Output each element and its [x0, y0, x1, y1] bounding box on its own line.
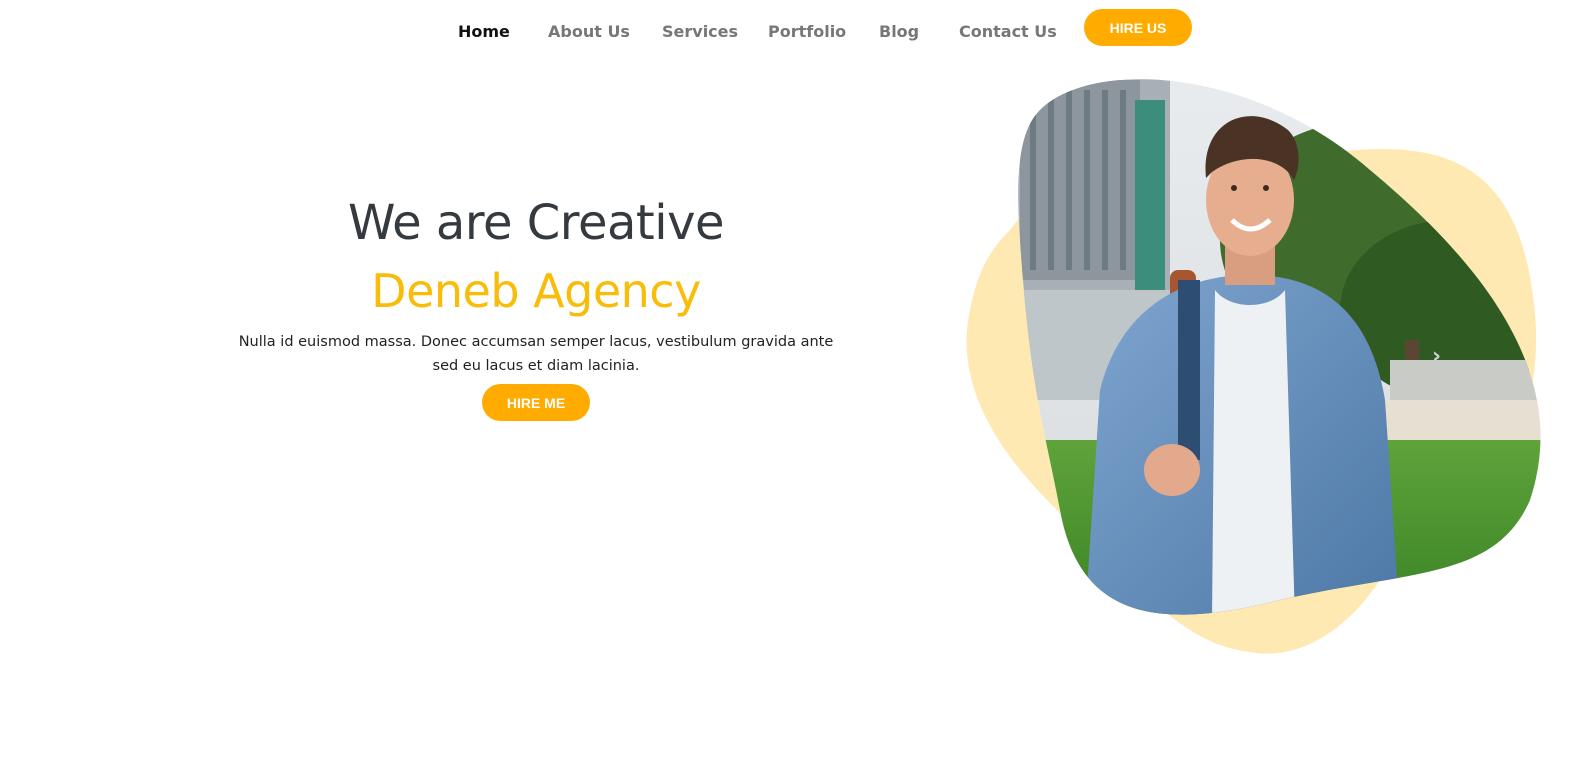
- nav-item-portfolio[interactable]: Portfolio: [768, 22, 846, 41]
- hero-illustration: [966, 79, 1541, 654]
- hero-photo: [1018, 79, 1541, 615]
- nav-item-contact-us[interactable]: Contact Us: [959, 22, 1057, 41]
- main-nav: Home About Us Services Portfolio Blog Co…: [0, 0, 1590, 60]
- hire-me-button[interactable]: HIRE ME: [482, 384, 590, 421]
- hero-subtitle: Deneb Agency: [371, 264, 701, 318]
- nav-item-about-us[interactable]: About Us: [548, 22, 630, 41]
- page: Home About Us Services Portfolio Blog Co…: [0, 0, 1590, 775]
- chevron-right-icon[interactable]: ›: [1432, 344, 1441, 369]
- nav-item-services[interactable]: Services: [662, 22, 738, 41]
- nav-item-home[interactable]: Home: [458, 22, 510, 41]
- hero-title: We are Creative: [347, 195, 725, 251]
- hire-us-button[interactable]: HIRE US: [1084, 9, 1192, 46]
- nav-item-blog[interactable]: Blog: [879, 22, 919, 41]
- hero-section: We are Creative Deneb Agency Nulla id eu…: [230, 190, 842, 421]
- hero-visual: ›: [950, 60, 1560, 670]
- hero-description: Nulla id euismod massa. Donec accumsan s…: [238, 334, 834, 374]
